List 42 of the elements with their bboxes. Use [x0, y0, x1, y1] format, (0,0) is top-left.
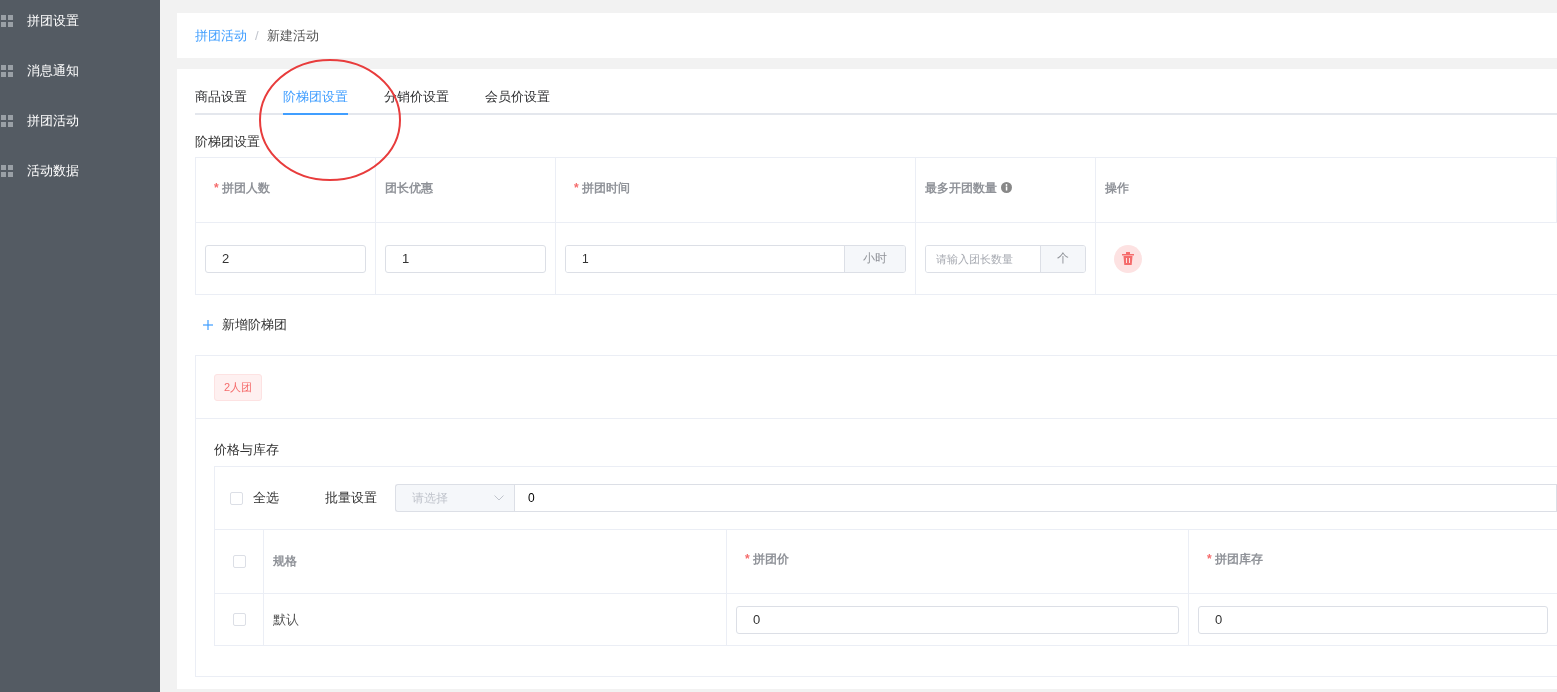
plus-icon [203, 320, 213, 330]
add-tier-button[interactable]: 新增阶梯团 [203, 316, 287, 334]
column-header: * 拼团人数 [214, 180, 270, 197]
table-cell: 默认 [273, 610, 299, 629]
trash-icon [1122, 252, 1134, 265]
checkbox[interactable] [230, 491, 243, 505]
column-header: 操作 [1105, 180, 1129, 197]
column-header: * 拼团库存 [1207, 551, 1263, 568]
column-header: 团长优惠 [385, 180, 433, 197]
chevron-down-icon [494, 495, 504, 501]
info-icon [1001, 182, 1012, 193]
input-field[interactable]: 1 小时 [565, 244, 906, 273]
batch-label: 批量设置 [325, 489, 377, 507]
column-header: 最多开团数量 [925, 180, 997, 197]
grid-icon [1, 165, 13, 177]
sidebar-item[interactable]: 拼团活动 [0, 96, 160, 146]
select-all-label: 全选 [253, 489, 279, 507]
checkbox[interactable] [232, 613, 246, 626]
sidebar-item[interactable]: 拼团设置 [0, 0, 160, 46]
input-field[interactable]: 0 [514, 484, 1557, 512]
input-field[interactable]: 1 [385, 244, 546, 273]
sidebar-item[interactable]: 活动数据 [0, 146, 160, 196]
unit-addon: 个 [1040, 245, 1085, 272]
delete-button[interactable] [1114, 244, 1142, 273]
input-field[interactable]: 0 [1198, 605, 1548, 634]
column-header: * 拼团价 [745, 551, 789, 568]
tab[interactable]: 会员价设置 [485, 85, 550, 113]
checkbox[interactable] [232, 555, 246, 568]
input-field[interactable]: 2 [205, 244, 366, 273]
input-field[interactable]: 0 [736, 605, 1179, 634]
unit-addon: 小时 [844, 245, 905, 272]
column-header: * 拼团时间 [574, 180, 630, 197]
grid-icon [1, 115, 13, 127]
tab[interactable]: 商品设置 [195, 85, 247, 113]
section-title: 价格与库存 [214, 441, 280, 459]
section-title: 阶梯团设置 [195, 133, 261, 151]
column-header: 规格 [273, 553, 297, 570]
breadcrumb-separator: / [255, 28, 259, 43]
breadcrumb-current: 新建活动 [266, 26, 319, 45]
sidebar-item[interactable]: 消息通知 [0, 46, 160, 96]
grid-icon [1, 65, 13, 77]
grid-icon [1, 15, 13, 27]
